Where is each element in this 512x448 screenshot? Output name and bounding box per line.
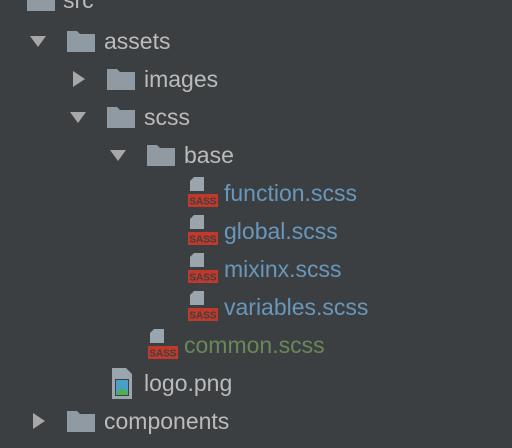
tree-item-label: mixinx.scss <box>224 256 342 282</box>
sass-badge-text: SASS <box>189 273 217 284</box>
tree-item-mixinx-scss[interactable]: SASS mixinx.scss <box>0 250 512 288</box>
sass-badge-text: SASS <box>189 197 217 208</box>
sass-badge-text: SASS <box>149 349 177 360</box>
tree-item-logo-png[interactable]: logo.png <box>0 364 512 402</box>
tree-item-base[interactable]: base <box>0 136 512 174</box>
chevron-down-icon[interactable] <box>27 22 51 60</box>
tree-item-label: images <box>144 66 219 92</box>
tree-item-label: logo.png <box>144 370 233 396</box>
project-tree: src assets images scss base SASS functio… <box>0 0 512 448</box>
tree-item-images[interactable]: images <box>0 60 512 98</box>
tree-item-scss[interactable]: scss <box>0 98 512 136</box>
tree-item-label: common.scss <box>184 332 325 358</box>
tree-item-label: global.scss <box>224 218 338 244</box>
sass-badge-text: SASS <box>189 235 217 246</box>
sass-file-icon: SASS <box>148 326 180 364</box>
sass-badge-text: SASS <box>189 311 217 322</box>
folder-icon <box>106 60 138 98</box>
tree-item-function-scss[interactable]: SASS function.scss <box>0 174 512 212</box>
sass-file-icon: SASS <box>188 212 220 250</box>
image-file-icon <box>108 364 140 402</box>
chevron-right-icon[interactable] <box>28 402 52 440</box>
folder-icon <box>66 402 98 440</box>
sass-file-icon: SASS <box>188 250 220 288</box>
tree-item-label: variables.scss <box>224 294 369 320</box>
chevron-down-icon[interactable] <box>107 136 131 174</box>
tree-item-label: base <box>184 142 234 168</box>
sass-file-icon: SASS <box>188 174 220 212</box>
folder-icon <box>146 136 178 174</box>
tree-item-label: components <box>104 408 230 434</box>
tree-item-label: function.scss <box>224 180 357 206</box>
tree-item-label: src <box>63 0 94 13</box>
tree-item-label: scss <box>144 104 190 130</box>
folder-icon <box>66 22 98 60</box>
tree-item-label: assets <box>104 28 171 54</box>
sass-file-icon: SASS <box>188 288 220 326</box>
tree-item-components[interactable]: components <box>0 402 512 440</box>
folder-icon <box>26 0 58 19</box>
chevron-right-icon[interactable] <box>68 60 92 98</box>
tree-item-global-scss[interactable]: SASS global.scss <box>0 212 512 250</box>
tree-item-assets[interactable]: assets <box>0 22 512 60</box>
folder-icon <box>106 98 138 136</box>
tree-item-common-scss[interactable]: SASS common.scss <box>0 326 512 364</box>
tree-item-variables-scss[interactable]: SASS variables.scss <box>0 288 512 326</box>
tree-item-src[interactable]: src <box>0 0 512 19</box>
chevron-down-icon[interactable] <box>67 98 91 136</box>
